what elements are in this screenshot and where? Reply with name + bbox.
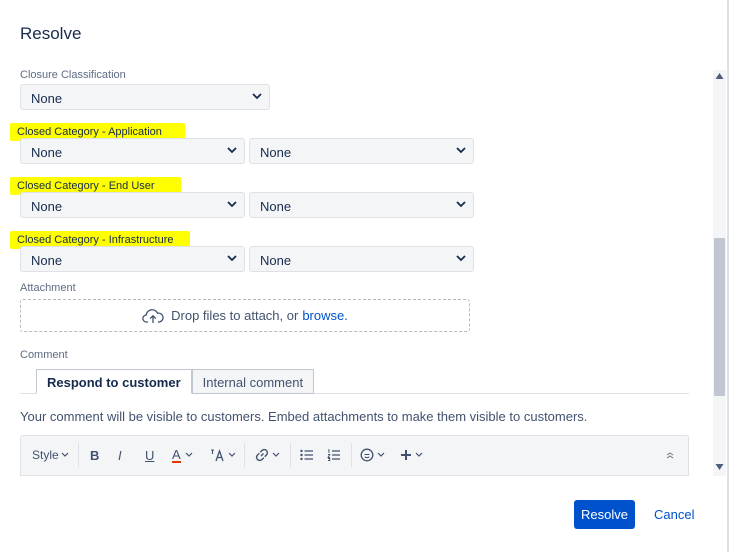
underline-button[interactable]: U xyxy=(145,446,154,464)
cancel-button[interactable]: Cancel xyxy=(648,500,700,529)
toolbar-separator xyxy=(244,443,245,467)
numbered-list-button[interactable] xyxy=(327,446,341,464)
scrollbar-thumb[interactable] xyxy=(714,238,725,396)
text-color-button[interactable]: A xyxy=(172,446,193,464)
tab-respond-to-customer[interactable]: Respond to customer xyxy=(36,369,192,394)
bold-button[interactable]: B xyxy=(90,446,99,464)
closed-category-infrastructure-value-1: None xyxy=(31,253,63,268)
closed-category-end-user-select-1[interactable]: None xyxy=(20,192,245,218)
link-button[interactable] xyxy=(254,446,280,464)
closed-category-end-user-value-2: None xyxy=(260,199,292,214)
closed-category-infrastructure-select-2[interactable]: None xyxy=(249,246,474,272)
comment-visibility-hint: Your comment will be visible to customer… xyxy=(20,409,588,424)
chevron-down-icon xyxy=(272,452,280,457)
chevron-down-icon xyxy=(456,147,466,154)
dialog-title: Resolve xyxy=(20,24,82,43)
tab-internal-comment[interactable]: Internal comment xyxy=(191,369,315,394)
collapse-toolbar-button[interactable] xyxy=(665,446,675,464)
bullet-list-button[interactable] xyxy=(300,446,314,464)
closure-classification-value: None xyxy=(31,91,63,106)
more-formatting-button[interactable] xyxy=(210,446,236,464)
scroll-down-arrow-icon[interactable] xyxy=(715,463,724,471)
closed-category-end-user-select-2[interactable]: None xyxy=(249,192,474,218)
closed-category-end-user-value-1: None xyxy=(31,199,63,214)
plus-icon xyxy=(401,450,411,460)
style-label: Style xyxy=(32,448,59,462)
drop-files-text: Drop files to attach, or xyxy=(171,308,299,323)
resolve-dialog: Resolve Closure Classification None Clos… xyxy=(0,0,729,552)
comment-tabs: Respond to customer Internal comment xyxy=(36,369,315,394)
toolbar-separator xyxy=(78,443,79,467)
attachment-dropzone[interactable]: Drop files to attach, or browse. xyxy=(20,299,470,332)
chevron-down-icon xyxy=(415,452,423,457)
closed-category-infrastructure-select-1[interactable]: None xyxy=(20,246,245,272)
cloud-upload-icon xyxy=(142,308,164,323)
chevron-down-icon xyxy=(227,147,237,154)
closure-classification-label: Closure Classification xyxy=(20,69,126,81)
closed-category-infrastructure-value-2: None xyxy=(260,253,292,268)
resolve-button[interactable]: Resolve xyxy=(574,500,635,529)
chevron-down-icon xyxy=(185,452,193,457)
bullet-list-icon xyxy=(300,449,313,461)
emoji-button[interactable] xyxy=(360,446,385,464)
chevron-down-icon xyxy=(456,201,466,208)
chevron-down-icon xyxy=(61,452,69,457)
browse-link[interactable]: browse. xyxy=(302,308,348,323)
insert-button[interactable] xyxy=(400,446,423,464)
chevron-down-icon xyxy=(377,452,385,457)
chevron-double-up-icon xyxy=(666,452,674,459)
attachment-label: Attachment xyxy=(20,282,76,294)
chevron-down-icon xyxy=(456,255,466,262)
closed-category-application-select-2[interactable]: None xyxy=(249,138,474,164)
emoji-icon xyxy=(360,448,374,462)
chevron-down-icon xyxy=(228,452,236,457)
closed-category-application-value-2: None xyxy=(260,145,292,160)
editor-content-top-border xyxy=(20,475,689,476)
italic-button[interactable]: I xyxy=(118,446,122,464)
comment-label: Comment xyxy=(20,349,68,361)
toolbar-separator xyxy=(351,443,352,467)
scroll-up-arrow-icon[interactable] xyxy=(715,72,724,80)
closed-category-application-select-1[interactable]: None xyxy=(20,138,245,164)
closure-classification-select[interactable]: None xyxy=(20,84,270,110)
comment-editor-toolbar: Style B I U A xyxy=(20,435,689,475)
chevron-down-icon xyxy=(252,93,262,100)
chevron-down-icon xyxy=(227,255,237,262)
link-icon xyxy=(255,448,269,462)
style-dropdown[interactable]: Style xyxy=(32,446,69,464)
text-formatting-icon xyxy=(211,449,224,462)
closed-category-application-value-1: None xyxy=(31,145,63,160)
toolbar-separator xyxy=(290,443,291,467)
text-color-icon: A xyxy=(172,446,181,463)
numbered-list-icon xyxy=(327,449,340,461)
chevron-down-icon xyxy=(227,201,237,208)
